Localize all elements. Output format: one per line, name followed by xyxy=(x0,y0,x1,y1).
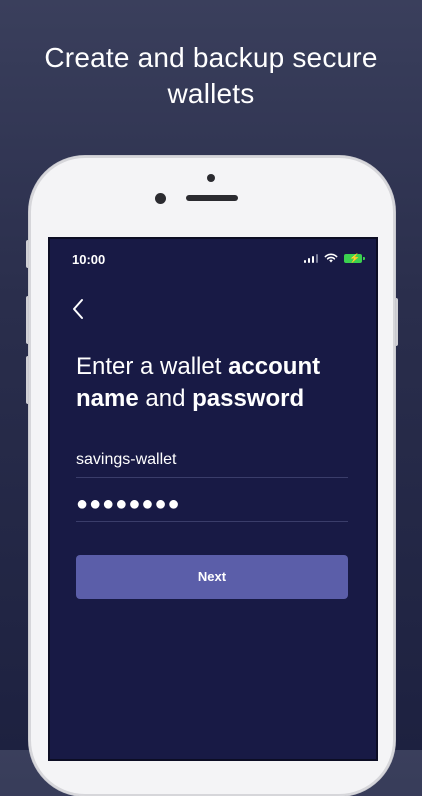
signal-icon xyxy=(303,253,318,263)
password-input[interactable]: ●●●●●●●● xyxy=(76,493,348,522)
phone-earpiece xyxy=(186,195,238,201)
chevron-left-icon[interactable] xyxy=(68,295,92,323)
status-time: 10:00 xyxy=(72,252,106,267)
headline-line-2: wallets xyxy=(167,78,255,109)
page-title: Enter a wallet account name and password xyxy=(76,351,356,415)
title-bold-password: password xyxy=(192,385,305,412)
battery-charging-icon: ⚡ xyxy=(344,253,365,263)
wifi-icon xyxy=(324,253,338,263)
next-button[interactable]: Next xyxy=(76,555,348,599)
title-bold-account: account xyxy=(228,353,321,380)
status-icons: ⚡ xyxy=(303,253,365,263)
title-text-2: and xyxy=(138,385,193,412)
app-screen: 10:00 ⚡ Enter a wallet account name and … xyxy=(48,237,378,761)
title-bold-name: name xyxy=(76,385,139,412)
phone-front-camera xyxy=(155,193,166,204)
headline-line-1: Create and backup secure xyxy=(44,42,378,73)
account-name-input[interactable]: savings-wallet xyxy=(76,451,348,478)
promo-headline: Create and backup secure wallets xyxy=(0,40,422,112)
title-text-1: Enter a wallet xyxy=(76,353,229,380)
phone-sensor xyxy=(207,174,215,182)
